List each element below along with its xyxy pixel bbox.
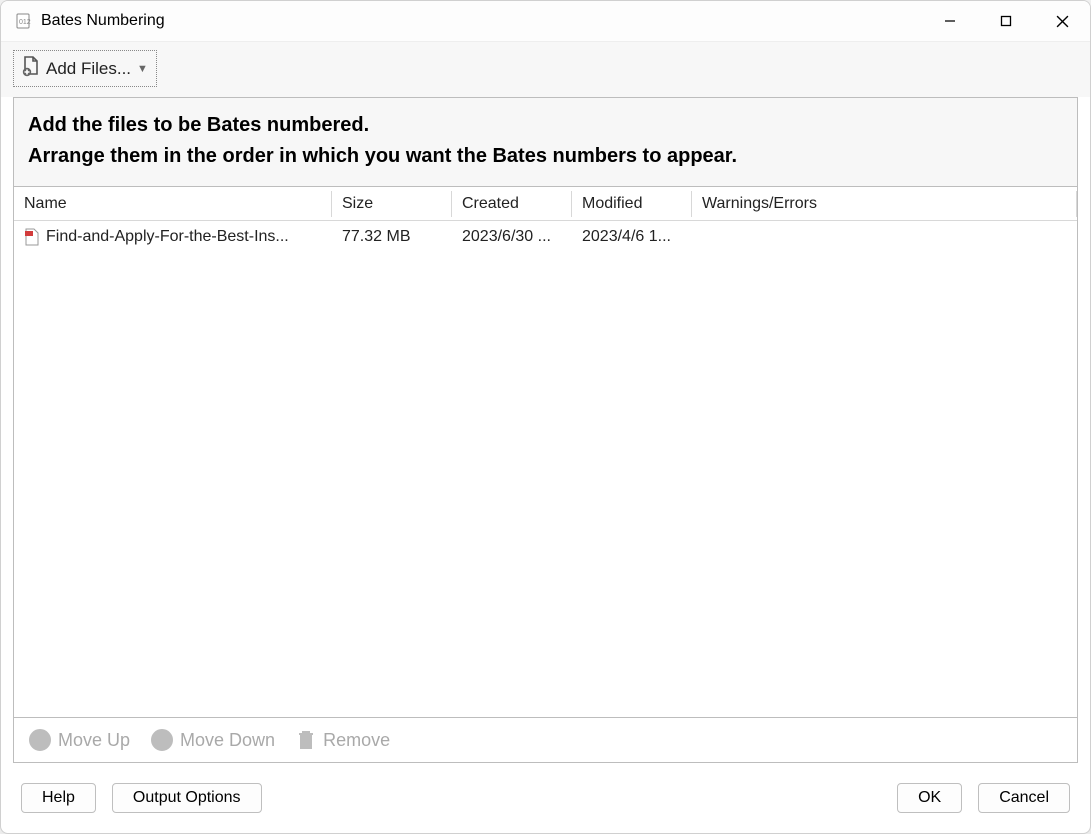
window-title: Bates Numbering [41, 12, 165, 30]
add-file-icon [20, 55, 42, 82]
table-body: Find-and-Apply-For-the-Best-Ins... 77.32… [14, 221, 1077, 717]
cell-name: Find-and-Apply-For-the-Best-Ins... [14, 224, 332, 250]
titlebar: 012 Bates Numbering [1, 1, 1090, 41]
instructions: Add the files to be Bates numbered. Arra… [14, 98, 1077, 187]
remove-label: Remove [323, 730, 390, 751]
remove-button[interactable]: Remove [295, 728, 390, 752]
cell-size: 77.32 MB [332, 224, 452, 250]
window-controls [922, 1, 1090, 41]
col-header-warnings[interactable]: Warnings/Errors [692, 191, 1077, 217]
table-row[interactable]: Find-and-Apply-For-the-Best-Ins... 77.32… [14, 221, 1077, 253]
add-files-button[interactable]: Add Files... ▼ [13, 50, 157, 87]
move-down-label: Move Down [180, 730, 275, 751]
instruction-line-1: Add the files to be Bates numbered. [28, 110, 1063, 141]
pdf-icon [24, 228, 40, 246]
file-table: Name Size Created Modified Warnings/Erro… [14, 187, 1077, 717]
cell-created: 2023/6/30 ... [452, 224, 572, 250]
trash-icon [295, 728, 317, 752]
col-header-modified[interactable]: Modified [572, 191, 692, 217]
maximize-button[interactable] [978, 1, 1034, 41]
ok-button[interactable]: OK [897, 783, 962, 813]
cell-warnings [692, 233, 1077, 241]
help-button[interactable]: Help [21, 783, 96, 813]
instruction-line-2: Arrange them in the order in which you w… [28, 141, 1063, 172]
output-options-button[interactable]: Output Options [112, 783, 262, 813]
maximize-icon [1000, 15, 1012, 27]
move-down-button[interactable]: Move Down [150, 728, 275, 752]
arrow-down-icon [150, 728, 174, 752]
bates-numbering-dialog: 012 Bates Numbering [0, 0, 1091, 834]
file-name-text: Find-and-Apply-For-the-Best-Ins... [46, 228, 289, 245]
minimize-icon [944, 15, 956, 27]
chevron-down-icon: ▼ [137, 63, 148, 75]
move-up-label: Move Up [58, 730, 130, 751]
col-header-name[interactable]: Name [14, 191, 332, 217]
cancel-button[interactable]: Cancel [978, 783, 1070, 813]
dialog-footer: Help Output Options OK Cancel [1, 773, 1090, 833]
add-files-label: Add Files... [46, 59, 131, 79]
app-icon: 012 [15, 12, 33, 30]
minimize-button[interactable] [922, 1, 978, 41]
list-actions: Move Up Move Down Remove [14, 717, 1077, 762]
col-header-size[interactable]: Size [332, 191, 452, 217]
arrow-up-icon [28, 728, 52, 752]
main-panel: Add the files to be Bates numbered. Arra… [13, 97, 1078, 763]
close-button[interactable] [1034, 1, 1090, 41]
svg-text:012: 012 [19, 19, 31, 26]
col-header-created[interactable]: Created [452, 191, 572, 217]
cell-modified: 2023/4/6 1... [572, 224, 692, 250]
close-icon [1056, 15, 1069, 28]
toolbar: Add Files... ▼ [1, 41, 1090, 97]
table-header: Name Size Created Modified Warnings/Erro… [14, 187, 1077, 221]
move-up-button[interactable]: Move Up [28, 728, 130, 752]
